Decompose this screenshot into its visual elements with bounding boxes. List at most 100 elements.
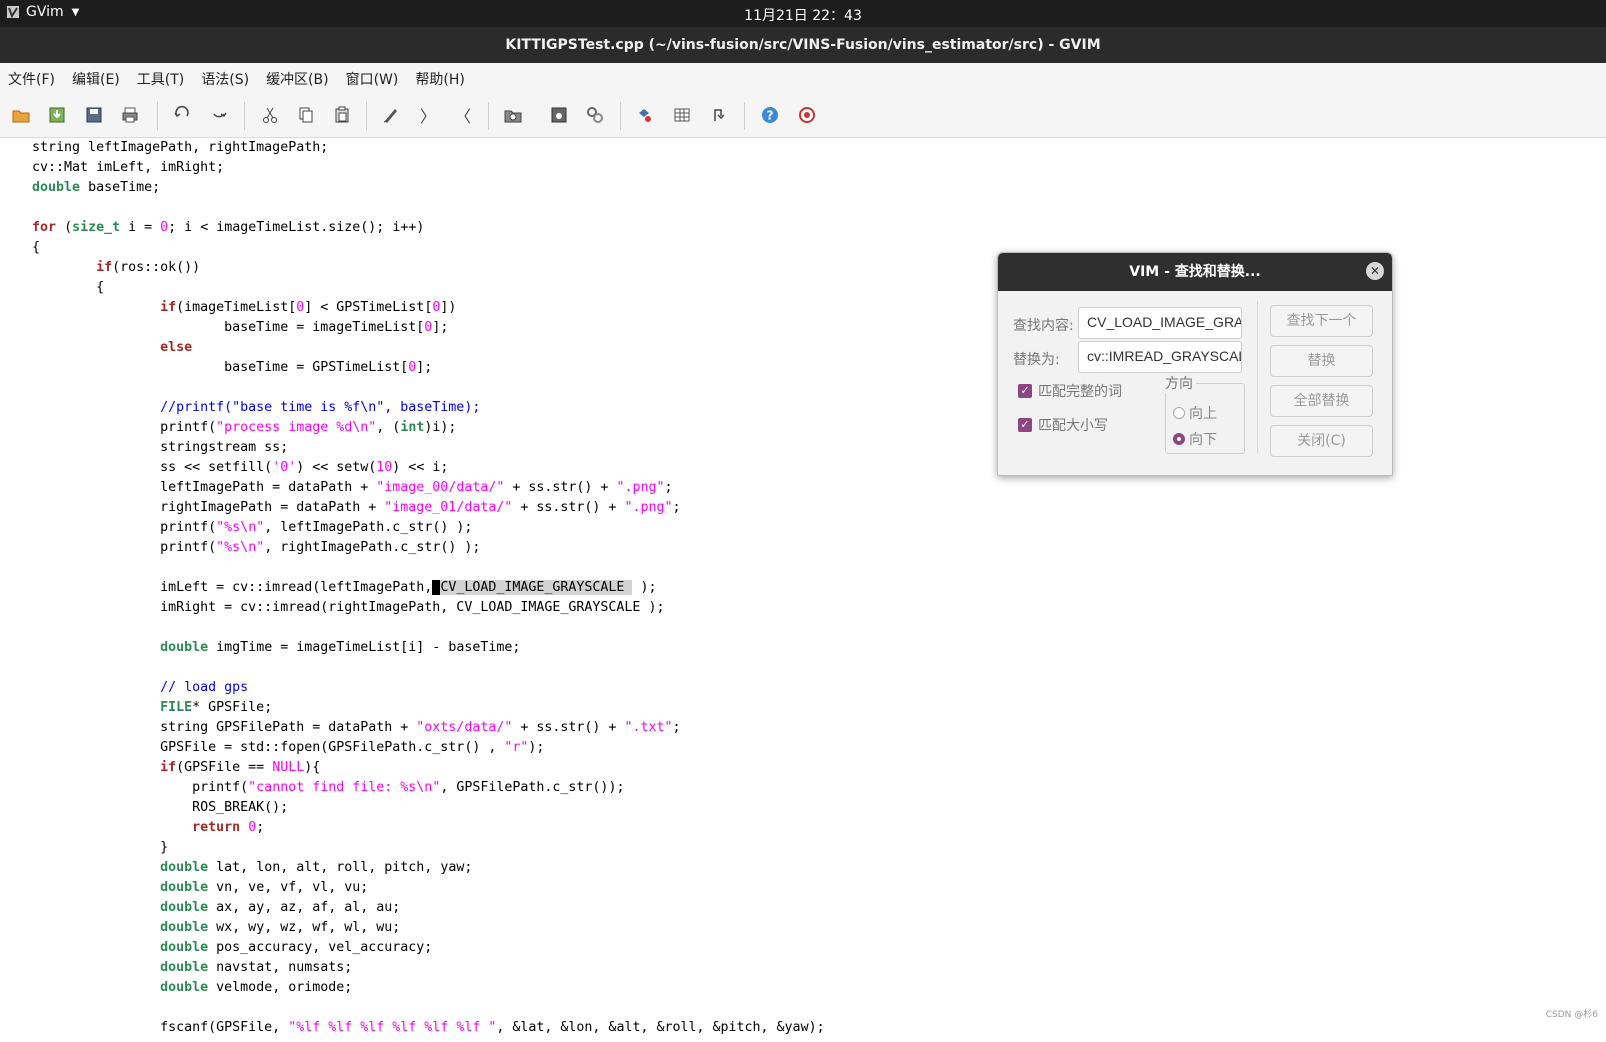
code-line[interactable]: printf("cannot find file: %s\n", GPSFile…: [0, 778, 825, 798]
code-line[interactable]: //printf("base time is %f\n", baseTime);: [0, 398, 825, 418]
code-line[interactable]: stringstream ss;: [0, 438, 825, 458]
replace-button[interactable]: 替换: [1270, 345, 1373, 377]
code-line[interactable]: double velmode, orimode;: [0, 978, 825, 998]
code-line[interactable]: [0, 198, 825, 218]
find-help-icon[interactable]: [796, 104, 818, 126]
code-line[interactable]: return 0;: [0, 818, 825, 838]
toolbar: 〉 〈 ?: [0, 94, 1606, 138]
back-icon[interactable]: 〈: [452, 104, 474, 126]
clock[interactable]: 11月21日 22：43: [0, 5, 1606, 25]
code-line[interactable]: double navstat, numsats;: [0, 958, 825, 978]
code-line[interactable]: printf("process image %d\n", (int)i);: [0, 418, 825, 438]
code-area[interactable]: string leftImagePath, rightImagePath; cv…: [0, 138, 825, 1038]
code-token: if: [96, 260, 113, 275]
code-token: , rightImagePath.c_str() );: [264, 540, 481, 555]
code-line[interactable]: leftImagePath = dataPath + "image_00/dat…: [0, 478, 825, 498]
replace-icon[interactable]: [380, 104, 402, 126]
code-line[interactable]: {: [0, 278, 825, 298]
menu-window[interactable]: 窗口(W): [346, 69, 399, 89]
menu-file[interactable]: 文件(F): [8, 69, 55, 89]
code-line[interactable]: double ax, ay, az, af, al, au;: [0, 898, 825, 918]
direction-down-radio[interactable]: 向下: [1173, 429, 1217, 449]
code-line[interactable]: FILE* GPSFile;: [0, 698, 825, 718]
jump-tag-icon[interactable]: [707, 104, 729, 126]
save-download-icon[interactable]: [46, 104, 68, 126]
close-icon[interactable]: ✕: [1366, 262, 1384, 280]
find-next-button[interactable]: 查找下一个: [1270, 305, 1373, 337]
save-session-icon[interactable]: [548, 104, 570, 126]
open-icon[interactable]: [10, 104, 32, 126]
code-line[interactable]: {: [0, 238, 825, 258]
menu-syntax[interactable]: 语法(S): [201, 69, 249, 89]
match-case-checkbox[interactable]: ✓ 匹配大小写: [1018, 415, 1108, 435]
code-line[interactable]: ss << setfill('0') << setw(10) << i;: [0, 458, 825, 478]
undo-icon[interactable]: [171, 104, 193, 126]
code-line[interactable]: double lat, lon, alt, roll, pitch, yaw;: [0, 858, 825, 878]
code-line[interactable]: double wx, wy, wz, wf, wl, wu;: [0, 918, 825, 938]
code-token: "cannot find file:: [248, 780, 401, 795]
whole-word-checkbox[interactable]: ✓ 匹配完整的词: [1018, 381, 1122, 401]
code-line[interactable]: // load gps: [0, 678, 825, 698]
code-line[interactable]: fscanf(GPSFile, "%lf %lf %lf %lf %lf %lf…: [0, 1018, 825, 1038]
code-line[interactable]: if(imageTimeList[0] < GPSTimeList[0]): [0, 298, 825, 318]
code-token: ) << i;: [392, 460, 449, 475]
menu-tools[interactable]: 工具(T): [137, 69, 184, 89]
code-line[interactable]: if(GPSFile == NULL){: [0, 758, 825, 778]
find-input[interactable]: CV_LOAD_IMAGE_GRAYSCALE: [1078, 307, 1242, 339]
code-line[interactable]: [0, 618, 825, 638]
code-line[interactable]: double baseTime;: [0, 178, 825, 198]
code-token: + ss.str() +: [504, 480, 617, 495]
code-line[interactable]: }: [0, 838, 825, 858]
code-token: ROS_BREAK();: [0, 800, 289, 815]
make-icon[interactable]: [634, 104, 656, 126]
cut-icon[interactable]: [259, 104, 281, 126]
menu-buffers[interactable]: 缓冲区(B): [266, 69, 329, 89]
radio-unselected-icon: [1173, 407, 1185, 419]
code-line[interactable]: [0, 658, 825, 678]
copy-icon[interactable]: [295, 104, 317, 126]
code-line[interactable]: cv::Mat imLeft, imRight;: [0, 158, 825, 178]
menu-help[interactable]: 帮助(H): [415, 69, 464, 89]
code-line[interactable]: double imgTime = imageTimeList[i] - base…: [0, 638, 825, 658]
code-line[interactable]: [0, 558, 825, 578]
code-line[interactable]: rightImagePath = dataPath + "image_01/da…: [0, 498, 825, 518]
code-line[interactable]: [0, 998, 825, 1018]
forward-icon[interactable]: 〉: [417, 104, 439, 126]
code-line[interactable]: GPSFile = std::fopen(GPSFilePath.c_str()…: [0, 738, 825, 758]
redo-icon[interactable]: [208, 104, 230, 126]
replace-input[interactable]: cv::IMREAD_GRAYSCALE: [1078, 341, 1242, 373]
help-icon[interactable]: ?: [759, 104, 781, 126]
code-line[interactable]: imLeft = cv::imread(leftImagePath, CV_LO…: [0, 578, 825, 598]
code-token: printf(: [0, 420, 217, 435]
code-line[interactable]: ROS_BREAK();: [0, 798, 825, 818]
code-line[interactable]: double pos_accuracy, vel_accuracy;: [0, 938, 825, 958]
code-token: //printf("base time is %f\n", baseTime);: [160, 400, 481, 415]
tags-icon[interactable]: [671, 104, 693, 126]
menu-edit[interactable]: 编辑(E): [72, 69, 120, 89]
code-line[interactable]: for (size_t i = 0; i < imageTimeList.siz…: [0, 218, 825, 238]
code-line[interactable]: printf("%s\n", rightImagePath.c_str() );: [0, 538, 825, 558]
code-token: rightImagePath = dataPath +: [0, 500, 385, 515]
save-icon[interactable]: [83, 104, 105, 126]
code-line[interactable]: printf("%s\n", leftImagePath.c_str() );: [0, 518, 825, 538]
code-token: double: [160, 980, 209, 995]
code-line[interactable]: if(ros::ok()): [0, 258, 825, 278]
toolbar-separator: [744, 102, 745, 130]
load-session-icon[interactable]: [502, 104, 524, 126]
close-button[interactable]: 关闭(C): [1270, 425, 1373, 457]
paste-icon[interactable]: [331, 104, 353, 126]
run-script-icon[interactable]: [584, 104, 606, 126]
code-line[interactable]: baseTime = GPSTimeList[0];: [0, 358, 825, 378]
print-icon[interactable]: [119, 104, 141, 126]
code-line[interactable]: else: [0, 338, 825, 358]
code-line[interactable]: [0, 378, 825, 398]
code-line[interactable]: string GPSFilePath = dataPath + "oxts/da…: [0, 718, 825, 738]
code-line[interactable]: baseTime = imageTimeList[0];: [0, 318, 825, 338]
code-line[interactable]: string leftImagePath, rightImagePath;: [0, 138, 825, 158]
code-line[interactable]: imRight = cv::imread(rightImagePath, CV_…: [0, 598, 825, 618]
code-line[interactable]: double vn, ve, vf, vl, vu;: [0, 878, 825, 898]
replace-all-button[interactable]: 全部替换: [1270, 385, 1373, 417]
direction-up-radio[interactable]: 向上: [1173, 403, 1217, 423]
code-token: ".png": [616, 480, 665, 495]
